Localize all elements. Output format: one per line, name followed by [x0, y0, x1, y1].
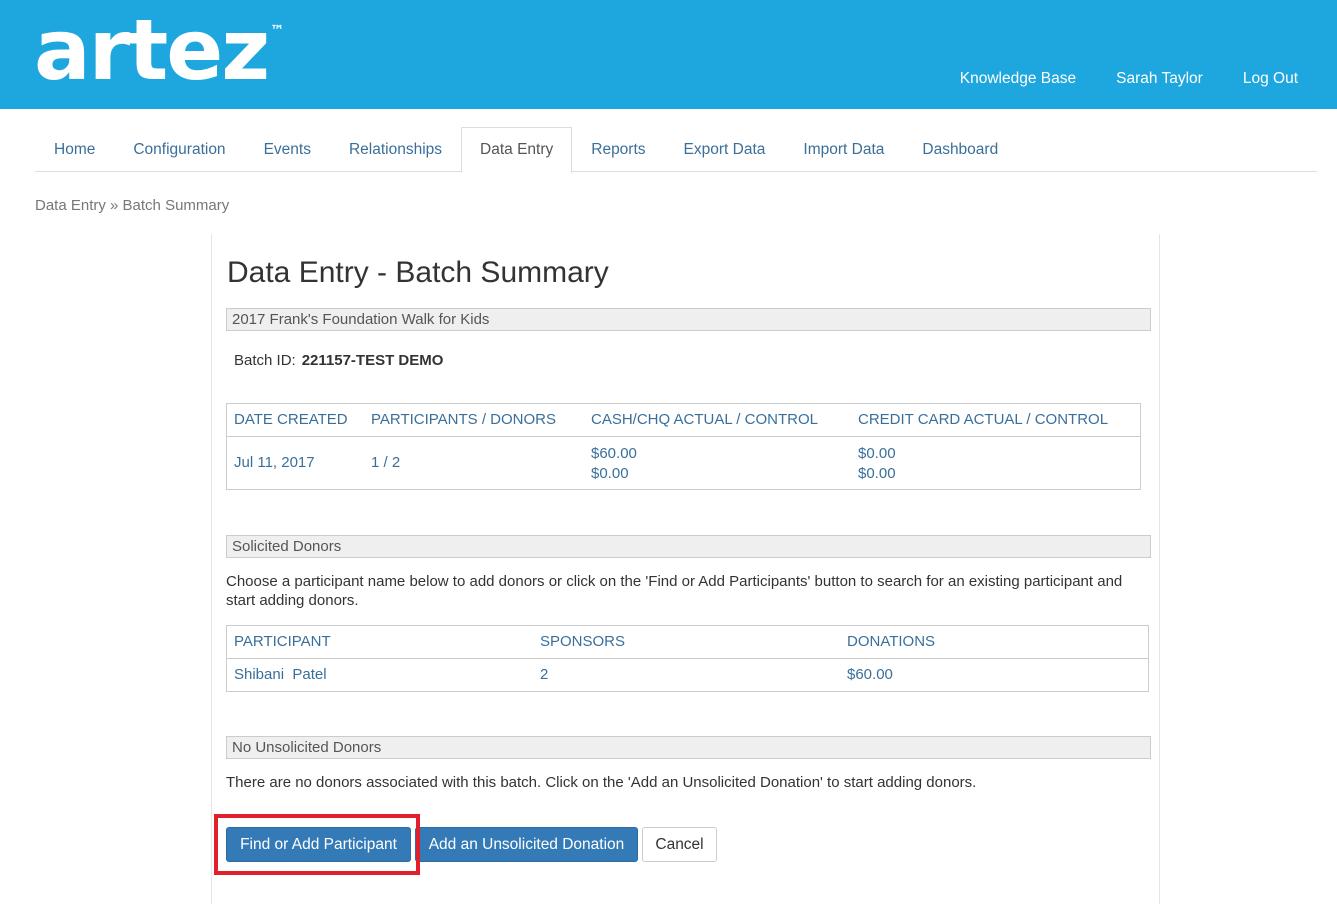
- table-row: Jul 11, 2017 1 / 2 $60.00 $0.00 $0.00 $0…: [227, 437, 1140, 489]
- solicited-description: Choose a participant name below to add d…: [226, 573, 1123, 609]
- top-links: Knowledge Base Sarah Taylor Log Out: [960, 70, 1298, 88]
- tab-home[interactable]: Home: [35, 127, 114, 172]
- credit-card-values: $0.00 $0.00: [858, 444, 896, 484]
- page-title: Data Entry - Batch Summary: [227, 256, 609, 289]
- cc-control: $0.00: [858, 465, 896, 482]
- cash-actual: $60.00: [591, 445, 637, 462]
- table-header-row: PARTICIPANT SPONSORS DONATIONS: [227, 626, 1148, 659]
- user-name-link[interactable]: Sarah Taylor: [1116, 70, 1203, 88]
- batch-id: Batch ID: 221157-TEST DEMO: [234, 352, 443, 369]
- date-created-value: Jul 11, 2017: [234, 454, 315, 471]
- batch-summary-table: DATE CREATED PARTICIPANTS / DONORS CASH/…: [226, 403, 1141, 490]
- sponsors-count: 2: [540, 666, 549, 683]
- unsolicited-description: There are no donors associated with this…: [226, 774, 977, 791]
- main-nav-tabs: Home Configuration Events Relationships …: [35, 127, 1317, 173]
- col-donations: DONATIONS: [847, 633, 936, 650]
- tab-import-data[interactable]: Import Data: [784, 127, 903, 172]
- tab-events[interactable]: Events: [245, 127, 330, 172]
- cash-control: $0.00: [591, 465, 629, 482]
- event-name-bar: 2017 Frank's Foundation Walk for Kids: [226, 308, 1151, 331]
- cash-values: $60.00 $0.00: [591, 444, 637, 484]
- batch-id-value: 221157-TEST DEMO: [301, 352, 444, 369]
- log-out-link[interactable]: Log Out: [1243, 70, 1298, 88]
- col-date-created: DATE CREATED: [234, 411, 348, 428]
- donations-amount: $60.00: [847, 666, 893, 683]
- tab-export-data[interactable]: Export Data: [665, 127, 785, 172]
- col-participant: PARTICIPANT: [234, 633, 331, 650]
- knowledge-base-link[interactable]: Knowledge Base: [960, 70, 1076, 88]
- participants-table: PARTICIPANT SPONSORS DONATIONS Shibani P…: [226, 625, 1149, 692]
- col-credit-card: CREDIT CARD ACTUAL / CONTROL: [858, 411, 1109, 428]
- breadcrumb: Data Entry » Batch Summary: [35, 197, 230, 214]
- participant-name-link[interactable]: Shibani Patel: [234, 659, 327, 691]
- tab-configuration[interactable]: Configuration: [114, 127, 244, 172]
- solicited-donors-bar: Solicited Donors: [226, 535, 1151, 558]
- table-header-row: DATE CREATED PARTICIPANTS / DONORS CASH/…: [227, 404, 1140, 437]
- col-sponsors: SPONSORS: [540, 633, 626, 650]
- cc-actual: $0.00: [858, 445, 896, 462]
- tab-relationships[interactable]: Relationships: [330, 127, 461, 172]
- batch-id-label: Batch ID:: [234, 352, 296, 369]
- table-row: Shibani Patel 2 $60.00: [227, 659, 1148, 691]
- unsolicited-donors-bar: No Unsolicited Donors: [226, 736, 1151, 759]
- tab-data-entry[interactable]: Data Entry: [461, 127, 573, 173]
- tab-dashboard[interactable]: Dashboard: [903, 127, 1017, 172]
- artez-logo[interactable]: artez ™: [34, 8, 284, 92]
- col-participants-donors: PARTICIPANTS / DONORS: [371, 411, 557, 428]
- main-content: Data Entry - Batch Summary 2017 Frank's …: [211, 234, 1160, 904]
- add-unsolicited-donation-button[interactable]: Add an Unsolicited Donation: [415, 827, 638, 862]
- cancel-button[interactable]: Cancel: [642, 827, 717, 862]
- highlight-box: [214, 814, 420, 875]
- col-cash-chq: CASH/CHQ ACTUAL / CONTROL: [591, 411, 818, 428]
- participants-donors-value: 1 / 2: [371, 454, 401, 471]
- tab-reports[interactable]: Reports: [572, 127, 664, 172]
- app-header: artez ™ Knowledge Base Sarah Taylor Log O…: [0, 0, 1337, 109]
